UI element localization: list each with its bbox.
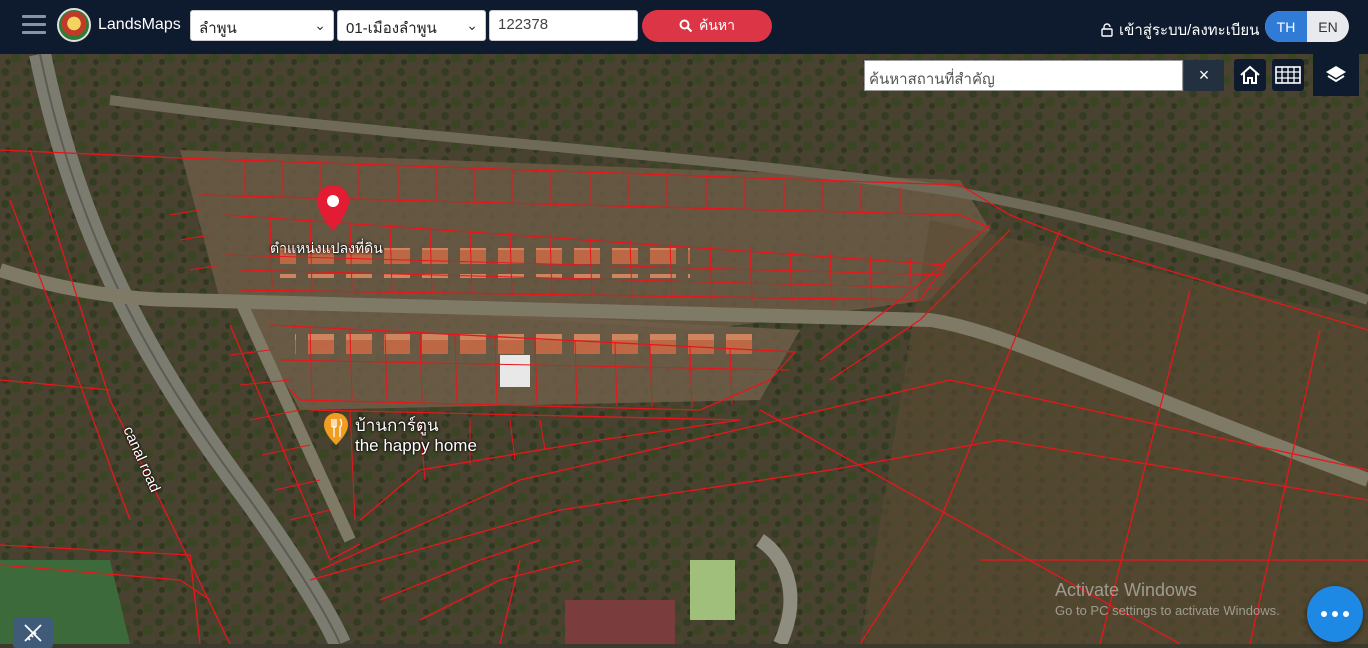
grid-icon	[1275, 66, 1301, 84]
login-link[interactable]: เข้าสู่ระบบ/ลงทะเบียน	[1101, 18, 1259, 42]
province-select[interactable]: ลำพูน ⌄	[190, 10, 334, 41]
chevron-down-icon: ⌄	[466, 17, 478, 33]
satellite-map	[0, 54, 1368, 644]
marker-label: ตำแหน่งแปลงที่ดิน	[270, 240, 383, 256]
landsmaps-logo[interactable]	[57, 8, 91, 42]
clear-search-button[interactable]: ×	[1184, 60, 1224, 91]
restaurant-pin-icon[interactable]	[323, 412, 349, 446]
place-search-input[interactable]: ค้นหาสถานที่สำคัญ	[864, 60, 1183, 91]
home-icon	[1240, 65, 1260, 84]
top-navbar: LandsMaps ลำพูน ⌄ 01-เมืองลำพูน ⌄ 122378…	[0, 0, 1368, 54]
parcel-number-value: 122378	[498, 16, 549, 33]
login-label: เข้าสู่ระบบ/ลงทะเบียน	[1119, 22, 1260, 39]
more-dots-icon[interactable]	[1307, 586, 1363, 642]
poi-label[interactable]: บ้านการ์ตูน the happy home	[355, 416, 477, 456]
map-canvas[interactable]: บ้านการ์ตูน the happy home canal road ตำ…	[0, 54, 1368, 644]
search-icon	[679, 19, 693, 33]
ruler-pencil-icon	[24, 624, 42, 642]
windows-activation-watermark: Activate Windows Go to PC settings to ac…	[1055, 580, 1280, 618]
grid-button[interactable]	[1272, 59, 1304, 91]
district-select[interactable]: 01-เมืองลำพูน ⌄	[337, 10, 486, 41]
parcel-number-input[interactable]: 122378	[489, 10, 638, 41]
province-value: ลำพูน	[199, 20, 237, 37]
poi-label-english: the happy home	[355, 436, 477, 455]
watermark-title: Activate Windows	[1055, 580, 1198, 600]
layers-icon	[1326, 66, 1346, 83]
lang-th-button[interactable]: TH	[1265, 11, 1307, 42]
lang-en-button[interactable]: EN	[1307, 11, 1349, 42]
poi-label-thai: บ้านการ์ตูน	[355, 416, 439, 435]
language-toggle: TH EN	[1265, 11, 1349, 42]
home-button[interactable]	[1234, 59, 1266, 91]
watermark-subtitle: Go to PC settings to activate Windows.	[1055, 603, 1280, 618]
search-button-label: ค้นหา	[698, 17, 736, 33]
chevron-down-icon: ⌄	[314, 17, 326, 33]
district-value: 01-เมืองลำพูน	[346, 20, 437, 37]
lock-icon	[1101, 23, 1113, 37]
hamburger-icon[interactable]	[22, 15, 46, 37]
search-button[interactable]: ค้นหา	[642, 10, 772, 42]
location-marker-icon[interactable]	[316, 184, 350, 232]
layers-button[interactable]	[1313, 54, 1359, 96]
brand-name[interactable]: LandsMaps	[98, 16, 181, 34]
